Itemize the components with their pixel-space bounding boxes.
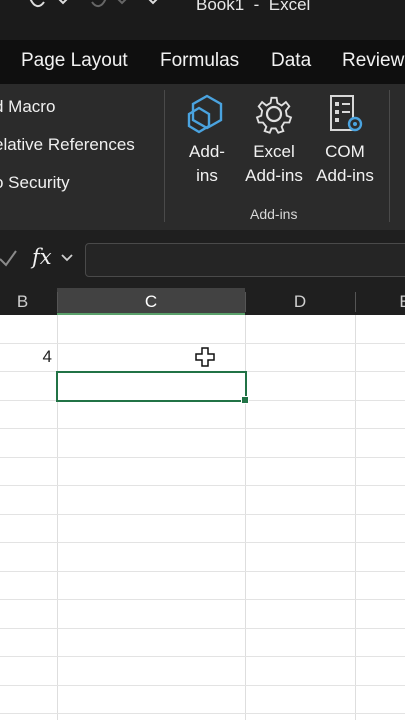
excel-add-ins-button[interactable]: Excel Add-ins (240, 92, 308, 188)
column-header-d[interactable]: D (245, 288, 355, 315)
formula-bar: fx (0, 230, 405, 288)
tab-review[interactable]: Review (342, 50, 404, 72)
relative-references-button[interactable]: elative References (0, 135, 135, 155)
gear-icon (255, 96, 293, 134)
cell-b-value[interactable]: 4 (43, 347, 52, 367)
com-add-ins-label-2: Add-ins (316, 166, 374, 185)
add-ins-label-2: ins (196, 166, 218, 185)
title-bar: Book1 - Excel (0, 0, 405, 40)
column-header-b[interactable]: B (0, 288, 57, 315)
active-cell[interactable] (56, 371, 247, 402)
ribbon-tabs: Page Layout Formulas Data Review (0, 40, 405, 84)
formula-input[interactable] (85, 243, 405, 277)
chevron-down-icon[interactable] (115, 0, 129, 16)
fill-handle[interactable] (241, 396, 249, 404)
macro-security-button[interactable]: o Security (0, 173, 70, 193)
com-add-ins-button[interactable]: COM Add-ins (312, 92, 378, 188)
record-macro-button[interactable]: d Macro (0, 97, 55, 117)
redo-icon[interactable] (26, 0, 48, 16)
excel-add-ins-label-1: Excel (253, 142, 295, 161)
insert-function-button[interactable]: fx (32, 245, 52, 269)
window-title: Book1 - Excel (196, 0, 311, 14)
group-separator (389, 90, 390, 222)
add-ins-button[interactable]: Add- ins (180, 92, 234, 188)
chevron-down-icon[interactable] (56, 0, 70, 16)
cell-cursor-icon (195, 347, 215, 367)
column-headers: B C D E (0, 288, 405, 316)
column-header-c[interactable]: C (57, 288, 245, 315)
com-add-ins-label-1: COM (325, 142, 365, 161)
column-header-e[interactable]: E (355, 288, 405, 315)
tab-formulas[interactable]: Formulas (160, 50, 239, 72)
tab-data[interactable]: Data (271, 50, 311, 72)
worksheet-grid[interactable]: 4 (0, 315, 405, 720)
add-ins-icon (187, 94, 223, 134)
undo-icon[interactable] (88, 0, 110, 16)
excel-add-ins-label-2: Add-ins (245, 166, 303, 185)
group-separator (164, 90, 165, 222)
add-ins-label-1: Add- (189, 142, 225, 161)
chevron-down-icon[interactable] (60, 243, 74, 273)
customize-qat-icon[interactable] (146, 0, 160, 16)
ribbon: d Macro elative References o Security Ad… (0, 84, 405, 230)
add-ins-group-label: Add-ins (250, 206, 298, 222)
tab-page-layout[interactable]: Page Layout (21, 50, 128, 72)
enter-check-icon[interactable] (0, 243, 20, 273)
com-addins-icon (330, 95, 363, 132)
formula-controls: fx (0, 243, 80, 273)
